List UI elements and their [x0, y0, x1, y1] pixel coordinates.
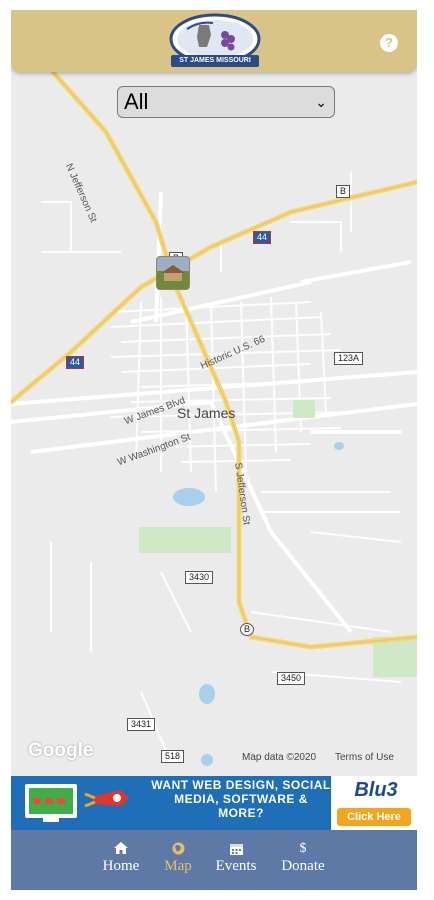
- route-b-shield: B: [336, 185, 351, 198]
- nav-donate-label: Donate: [281, 858, 325, 874]
- nav-home-label: Home: [102, 858, 140, 874]
- help-icon[interactable]: ?: [380, 34, 398, 52]
- dollar-icon: $: [299, 841, 307, 856]
- location-marker[interactable]: [156, 256, 190, 290]
- marker-thumbnail-icon: [157, 257, 189, 289]
- interstate-44-shield: 44: [253, 231, 272, 244]
- google-logo: Google: [28, 740, 94, 761]
- header: ST JAMES MISSOURI ?: [11, 10, 417, 72]
- city-label: St James: [177, 405, 236, 421]
- route-123a-shield: 123A: [334, 352, 364, 365]
- blu3-logo: Blu3: [354, 779, 398, 801]
- filter-selected-value: All: [124, 89, 149, 114]
- map-data-attribution[interactable]: Map data ©2020: [242, 752, 316, 763]
- route-3450-shield: 3450: [277, 672, 306, 685]
- nav-map-label: Map: [164, 858, 192, 874]
- route-518-shield: 518: [161, 750, 185, 763]
- chevron-down-icon: ⌄: [315, 94, 327, 110]
- nav-events[interactable]: Events: [213, 842, 259, 875]
- terms-of-use-link[interactable]: Terms of Use: [335, 752, 394, 763]
- logo-text: ST JAMES MISSOURI: [179, 57, 251, 64]
- advertisement-banner[interactable]: WANT WEB DESIGN, SOCIAL MEDIA, SOFTWARE …: [11, 776, 417, 830]
- ad-illustration-icon: [25, 784, 129, 822]
- globe-icon: [161, 842, 195, 858]
- app-frame: ST JAMES MISSOURI ? N Jefferson St S Jef…: [11, 10, 417, 890]
- ad-headline: WANT WEB DESIGN, SOCIAL MEDIA, SOFTWARE …: [151, 778, 331, 820]
- route-b-shield-3: B: [240, 623, 255, 636]
- route-3431-shield: 3431: [127, 718, 156, 731]
- route-3430-shield: 3430: [185, 571, 214, 584]
- category-filter-select[interactable]: All ⌄: [117, 86, 335, 118]
- nav-map[interactable]: Map: [161, 842, 195, 875]
- map-view[interactable]: N Jefferson St S Jefferson St Historic U…: [11, 72, 417, 778]
- interstate-44-shield-2: 44: [66, 356, 85, 369]
- calendar-icon: [213, 842, 259, 858]
- bottom-nav: Home Map Events $ Donate: [11, 830, 417, 890]
- nav-home[interactable]: Home: [101, 842, 141, 875]
- nav-donate[interactable]: $ Donate: [279, 842, 327, 875]
- nav-events-label: Events: [215, 858, 257, 874]
- st-james-logo[interactable]: ST JAMES MISSOURI: [169, 13, 261, 69]
- home-icon: [101, 842, 141, 858]
- ad-click-here-button[interactable]: Click Here: [337, 808, 411, 826]
